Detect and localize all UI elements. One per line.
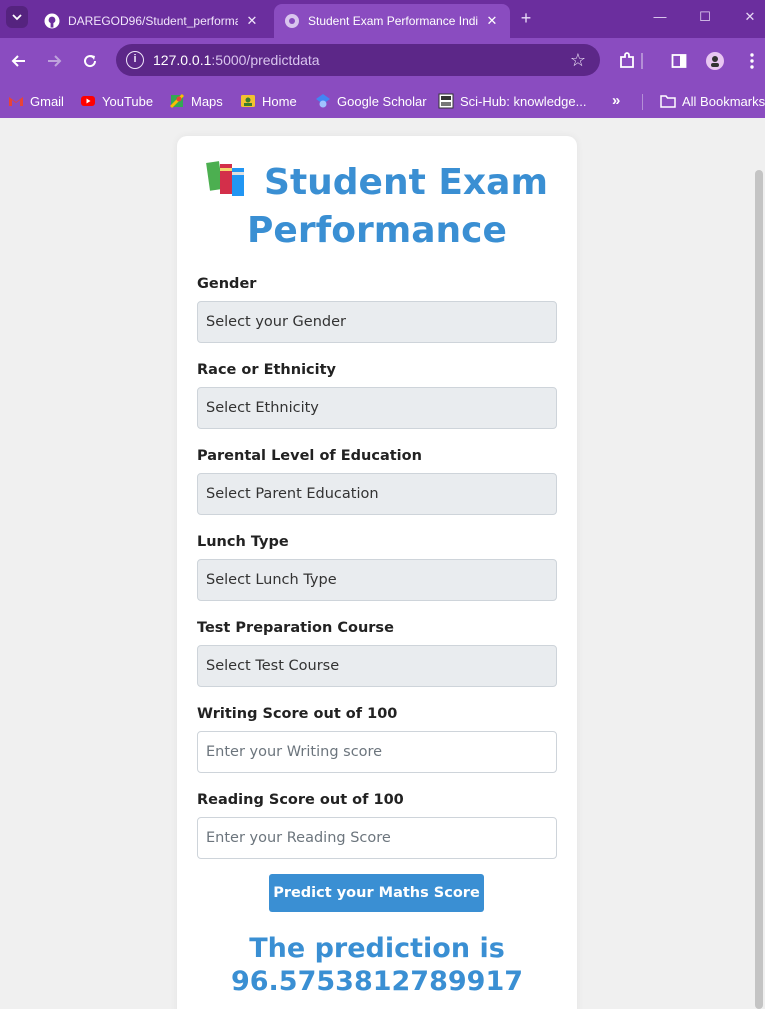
bookmark-label: YouTube bbox=[102, 93, 154, 109]
youtube-icon bbox=[81, 96, 95, 106]
reading-score-label: Reading Score out of 100 bbox=[197, 792, 404, 808]
close-tab-icon[interactable]: ✕ bbox=[484, 13, 500, 29]
home-icon bbox=[241, 95, 255, 107]
back-button[interactable] bbox=[8, 50, 30, 72]
lunch-type-label: Lunch Type bbox=[197, 534, 289, 550]
bookmark-maps[interactable]: Maps bbox=[169, 90, 223, 112]
side-panel-icon bbox=[671, 54, 687, 68]
reading-score-input[interactable] bbox=[197, 817, 557, 859]
gmail-icon bbox=[9, 97, 23, 106]
title-line-1: Student Exam bbox=[264, 162, 548, 203]
test-prep-select[interactable]: Select Test Course bbox=[197, 645, 557, 687]
page-title: Student Exam Performance bbox=[177, 158, 577, 255]
browser-menu-button[interactable] bbox=[741, 50, 763, 72]
writing-score-input[interactable] bbox=[197, 731, 557, 773]
arrow-right-icon bbox=[48, 55, 62, 67]
bookmark-label: Gmail bbox=[30, 93, 64, 109]
title-line-2: Performance bbox=[247, 210, 507, 251]
extensions-button[interactable] bbox=[616, 50, 638, 72]
ethnicity-label: Race or Ethnicity bbox=[197, 362, 336, 378]
scrollbar-thumb[interactable] bbox=[755, 170, 763, 1009]
tab-title: DAREGOD96/Student_performa bbox=[68, 14, 238, 28]
toolbar-divider bbox=[641, 53, 643, 69]
prediction-label: The prediction is bbox=[249, 933, 505, 964]
tab-title: Student Exam Performance Indi bbox=[308, 14, 478, 28]
reload-icon bbox=[84, 55, 97, 68]
toolbar: i 127.0.0.1:5000/predictdata ☆ bbox=[0, 38, 765, 84]
predict-button[interactable]: Predict your Maths Score bbox=[269, 874, 484, 912]
reload-button[interactable] bbox=[79, 50, 101, 72]
gender-select[interactable]: Select your Gender bbox=[197, 301, 557, 343]
bookmark-label: Maps bbox=[191, 93, 223, 109]
folder-icon bbox=[660, 95, 676, 108]
prediction-result: The prediction is 96.5753812789917 bbox=[177, 932, 577, 998]
scholar-icon bbox=[316, 94, 330, 108]
bookmark-label: Google Scholar bbox=[337, 93, 427, 109]
bookmark-youtube[interactable]: YouTube bbox=[80, 90, 153, 112]
new-tab-button[interactable]: + bbox=[516, 8, 536, 28]
tab-search-button[interactable] bbox=[6, 6, 28, 28]
arrow-left-icon bbox=[11, 55, 25, 67]
maximize-icon[interactable]: ☐ bbox=[695, 9, 715, 25]
puzzle-icon bbox=[620, 52, 634, 68]
books-icon bbox=[206, 161, 245, 196]
bookmark-google-scholar[interactable]: Google Scholar bbox=[315, 90, 427, 112]
bookmark-home[interactable]: Home bbox=[240, 90, 297, 112]
scihub-icon bbox=[438, 93, 454, 109]
all-bookmarks-button[interactable]: All Bookmarks bbox=[660, 90, 765, 112]
url-host: 127.0.0.1 bbox=[153, 52, 212, 68]
bookmark-sci-hub[interactable]: Sci-Hub: knowledge... bbox=[438, 90, 586, 112]
chevron-down-icon bbox=[12, 14, 22, 21]
site-info-icon[interactable]: i bbox=[126, 51, 144, 69]
forward-button[interactable] bbox=[43, 50, 65, 72]
github-icon bbox=[44, 13, 60, 29]
parental-education-label: Parental Level of Education bbox=[197, 448, 422, 464]
tab-student-exam[interactable]: Student Exam Performance Indi ✕ bbox=[274, 4, 510, 38]
ethnicity-select[interactable]: Select Ethnicity bbox=[197, 387, 557, 429]
bookmark-gmail[interactable]: Gmail bbox=[8, 90, 64, 112]
bookmark-star-icon[interactable]: ☆ bbox=[570, 50, 586, 71]
address-bar[interactable]: i 127.0.0.1:5000/predictdata ☆ bbox=[116, 44, 600, 76]
close-window-icon[interactable]: ✕ bbox=[740, 9, 760, 25]
side-panel-button[interactable] bbox=[668, 50, 690, 72]
test-prep-label: Test Preparation Course bbox=[197, 620, 394, 636]
tab-strip: DAREGOD96/Student_performa ✕ Student Exa… bbox=[0, 0, 765, 38]
bookmark-label: All Bookmarks bbox=[682, 93, 765, 109]
minimize-icon[interactable]: — bbox=[650, 9, 670, 24]
profile-button[interactable] bbox=[704, 50, 726, 72]
bookmarks-divider bbox=[642, 94, 643, 110]
more-bookmarks-button[interactable]: » bbox=[612, 92, 620, 109]
writing-score-label: Writing Score out of 100 bbox=[197, 706, 398, 722]
lunch-type-select[interactable]: Select Lunch Type bbox=[197, 559, 557, 601]
prediction-value: 96.5753812789917 bbox=[230, 966, 524, 997]
page-viewport: Student Exam Performance Gender Select y… bbox=[0, 118, 765, 1009]
bookmarks-bar: Gmail YouTube Maps Home Google Scholar S… bbox=[0, 84, 765, 118]
globe-icon bbox=[285, 14, 299, 28]
bookmark-label: Sci-Hub: knowledge... bbox=[460, 93, 587, 109]
avatar bbox=[706, 52, 724, 70]
tab-github[interactable]: DAREGOD96/Student_performa ✕ bbox=[34, 4, 270, 38]
kebab-menu-icon bbox=[750, 53, 754, 69]
maps-icon bbox=[169, 93, 185, 109]
close-tab-icon[interactable]: ✕ bbox=[244, 13, 260, 29]
scrollbar[interactable] bbox=[753, 118, 765, 1009]
parental-education-select[interactable]: Select Parent Education bbox=[197, 473, 557, 515]
bookmark-label: Home bbox=[262, 93, 297, 109]
form-card: Student Exam Performance Gender Select y… bbox=[177, 136, 577, 1009]
url-path: :5000/predictdata bbox=[211, 52, 320, 68]
gender-label: Gender bbox=[197, 276, 257, 292]
